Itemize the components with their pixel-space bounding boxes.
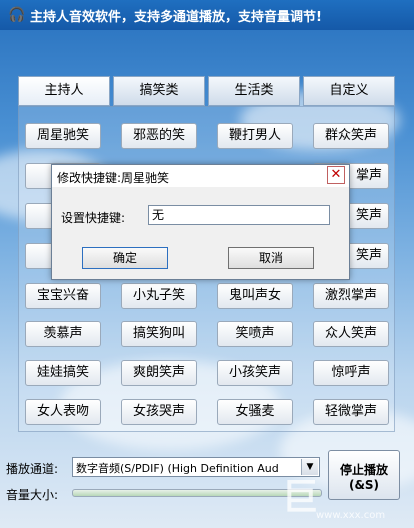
tab-funny[interactable]: 搞笑类 xyxy=(113,76,205,106)
channel-label: 播放通道: xyxy=(6,462,59,476)
shortcut-label: 设置快捷键: xyxy=(61,211,126,225)
sound-button[interactable]: 鬼叫声女 xyxy=(217,283,293,309)
sound-button[interactable]: 邪恶的笑 xyxy=(121,123,197,149)
stop-playback-button[interactable]: 停止播放 (&S) xyxy=(328,450,400,500)
sound-button[interactable]: 女人表吻 xyxy=(25,399,101,425)
category-tabs: 主持人 搞笑类 生活类 自定义 xyxy=(18,76,395,106)
sound-button[interactable]: 众人笑声 xyxy=(313,321,389,347)
sound-button[interactable]: 周星驰笑 xyxy=(25,123,101,149)
tab-host[interactable]: 主持人 xyxy=(18,76,110,106)
cancel-button[interactable]: 取消 xyxy=(228,247,314,269)
volume-label: 音量大小: xyxy=(6,488,59,502)
sound-button[interactable]: 惊呼声 xyxy=(313,360,389,386)
watermark-url: www.xxx.com xyxy=(316,510,386,521)
sound-button[interactable]: 羡慕声 xyxy=(25,321,101,347)
stop-button-shortcut: (&S) xyxy=(348,478,380,492)
tab-custom[interactable]: 自定义 xyxy=(303,76,395,106)
stop-button-label: 停止播放 xyxy=(339,463,388,477)
channel-select-value: 数字音频(S/PDIF) (High Definition Aud xyxy=(76,462,279,475)
tab-life[interactable]: 生活类 xyxy=(208,76,300,106)
sound-button[interactable]: 小孩笑声 xyxy=(217,360,293,386)
sound-button[interactable]: 鞭打男人 xyxy=(217,123,293,149)
close-icon[interactable]: ✕ xyxy=(327,166,345,184)
dialog-titlebar: 修改快捷键:周星驰笑 ✕ xyxy=(52,165,349,187)
sound-button[interactable]: 爽朗笑声 xyxy=(121,360,197,386)
sound-button[interactable]: 群众笑声 xyxy=(313,123,389,149)
dialog-title: 修改快捷键:周星驰笑 xyxy=(57,171,170,185)
sound-button[interactable]: 宝宝兴奋 xyxy=(25,283,101,309)
sound-button[interactable]: 女骚麦 xyxy=(217,399,293,425)
sound-button[interactable]: 笑喷声 xyxy=(217,321,293,347)
sound-button[interactable]: 激烈掌声 xyxy=(313,283,389,309)
ok-button[interactable]: 确定 xyxy=(82,247,168,269)
watermark-logo: 巨 xyxy=(282,477,319,518)
window-titlebar: 🎧 主持人音效软件，支持多通道播放，支持音量调节! xyxy=(0,0,414,30)
sound-button[interactable]: 女孩哭声 xyxy=(121,399,197,425)
sound-button[interactable]: 小丸子笑 xyxy=(121,283,197,309)
sound-button[interactable]: 娃娃搞笑 xyxy=(25,360,101,386)
sound-button[interactable]: 轻微掌声 xyxy=(313,399,389,425)
shortcut-dialog: 修改快捷键:周星驰笑 ✕ 设置快捷键: 无 确定 取消 xyxy=(51,164,350,280)
shortcut-input[interactable]: 无 xyxy=(148,205,330,225)
window-title: 主持人音效软件，支持多通道播放，支持音量调节! xyxy=(30,10,322,25)
headphones-icon: 🎧 xyxy=(8,7,26,23)
sound-button[interactable]: 搞笑狗叫 xyxy=(121,321,197,347)
